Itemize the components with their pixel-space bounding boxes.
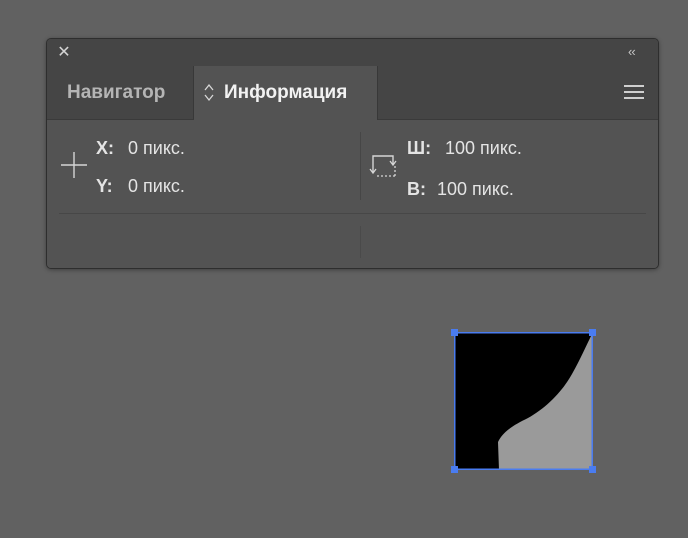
canvas: ✕ ‹‹ Навигатор Информация X: 0 пикс. Y: … [0, 0, 688, 538]
width-label: Ш: [407, 138, 432, 158]
selection-handle[interactable] [451, 466, 458, 473]
panel-tabbar: Навигатор Информация [47, 66, 658, 120]
selection-size-icon [369, 155, 397, 177]
tab-label: Информация [224, 82, 348, 103]
width-value: 100 пикс. [445, 138, 522, 158]
info-panel: ✕ ‹‹ Навигатор Информация X: 0 пикс. Y: … [46, 38, 659, 269]
panel-titlebar[interactable]: ✕ ‹‹ [47, 39, 658, 66]
info-content: X: 0 пикс. Y: 0 пикс. Ш: 100 пикс. В: 10… [47, 120, 658, 268]
hamburger-menu-icon[interactable] [624, 85, 644, 101]
x-label: X: [96, 138, 114, 158]
column-divider [360, 226, 361, 258]
layer-shape [454, 332, 593, 470]
selection-handle[interactable] [451, 329, 458, 336]
x-value: 0 пикс. [128, 138, 185, 158]
close-icon[interactable]: ✕ [56, 45, 72, 61]
tab-navigator[interactable]: Навигатор [47, 66, 194, 119]
y-value: 0 пикс. [128, 176, 185, 196]
y-label: Y: [96, 176, 113, 196]
double-chevron-left-icon[interactable]: ‹‹ [628, 44, 646, 60]
selection-handle[interactable] [589, 329, 596, 336]
row-divider [59, 213, 646, 214]
selected-layer-thumbnail[interactable] [451, 329, 596, 473]
selection-handle[interactable] [589, 466, 596, 473]
tab-label: Навигатор [67, 82, 166, 103]
height-label: В: [407, 179, 426, 199]
crosshair-icon [61, 152, 87, 178]
up-down-arrows-icon [204, 83, 214, 102]
height-value: 100 пикс. [437, 179, 514, 199]
tab-info[interactable]: Информация [194, 66, 378, 120]
column-divider [360, 132, 361, 200]
